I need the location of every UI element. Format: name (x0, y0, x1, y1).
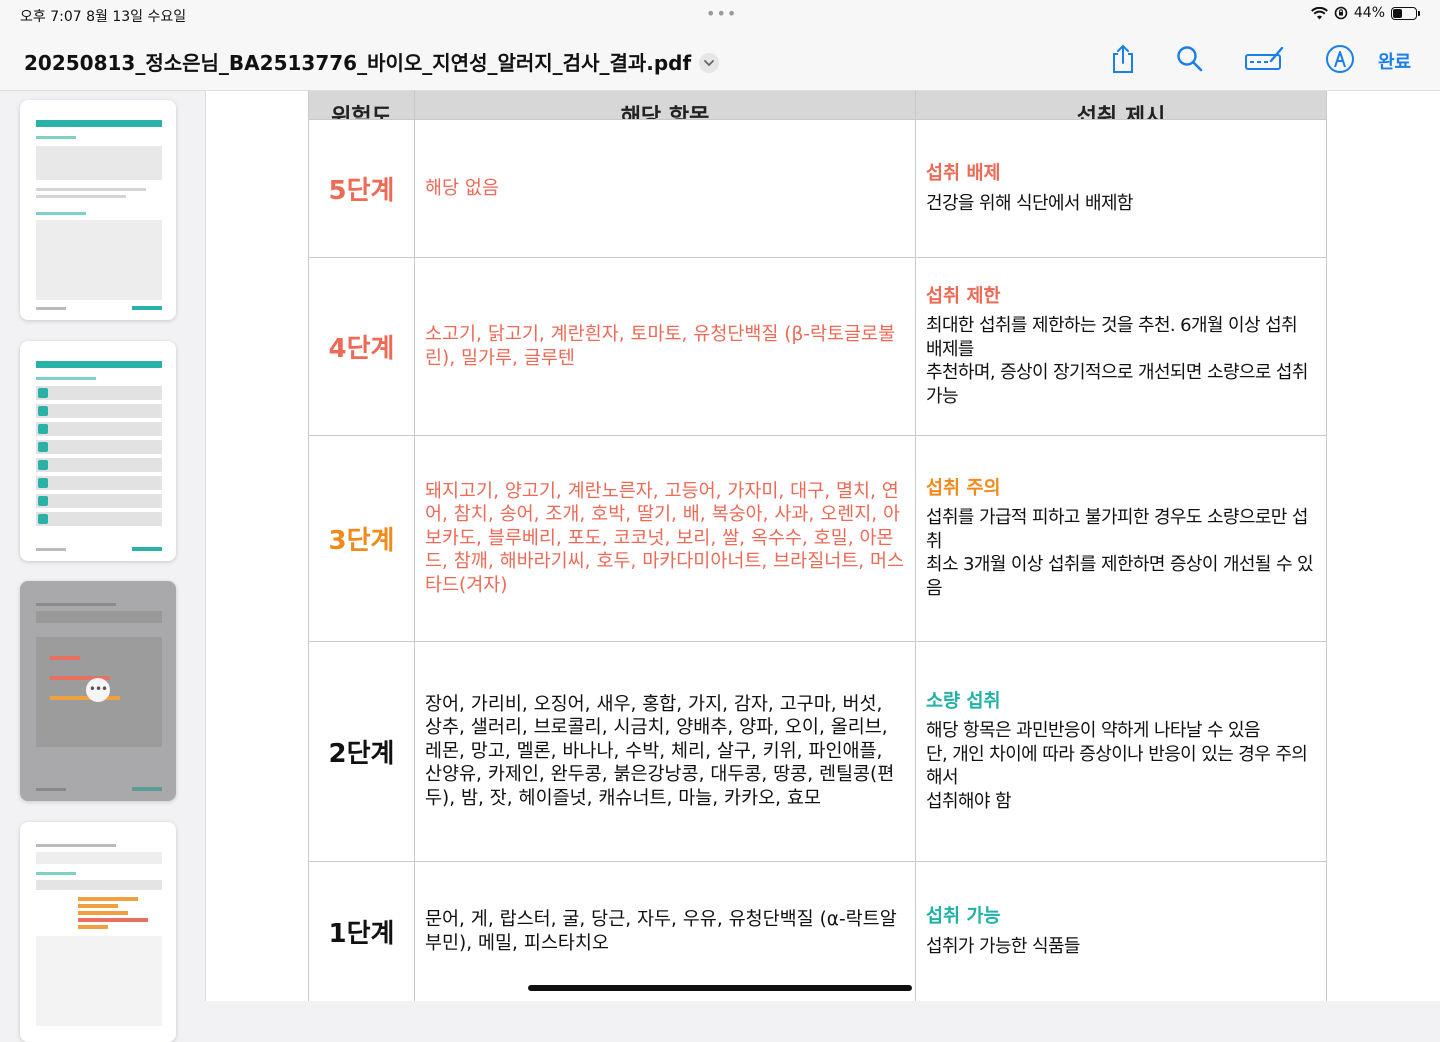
recommendation-title: 소량 섭취 (926, 690, 1001, 712)
battery-tip (1418, 10, 1420, 16)
table-row: 4단계 소고기, 닭고기, 계란흰자, 토마토, 유청단백질 (β-락토글로불린… (308, 257, 1327, 436)
level-cell: 1단계 (308, 861, 415, 1001)
pen-icon[interactable] (1324, 43, 1356, 75)
items-cell: 장어, 가리비, 오징어, 새우, 홍합, 가지, 감자, 고구마, 버섯, 상… (414, 641, 916, 862)
level-cell: 4단계 (308, 257, 415, 436)
more-options-icon[interactable]: ••• (86, 678, 110, 702)
recommendation-cell: 섭취 가능 섭취가 가능한 식품들 (915, 861, 1327, 1001)
recommendation-desc-line: 섭취를 가급적 피하고 불가피한 경우도 소량으로만 섭취 (926, 507, 1308, 552)
status-indicators: 44% (1310, 5, 1420, 21)
items-cell: 해당 없음 (414, 119, 916, 258)
recommendation-cell: 섭취 주의 섭취를 가급적 피하고 불가피한 경우도 소량으로만 섭취 최소 3… (915, 435, 1327, 642)
toolbar: 20250813_정소은님_BA2513776_바이오_지연성_알러지_검사_결… (0, 30, 1440, 91)
recommendation-desc-line: 추천하며, 증상이 장기적으로 개선되면 소량으로 섭취 가능 (926, 362, 1308, 407)
recommendation-desc-line: 최대한 섭취를 제한하는 것을 추천. 6개월 이상 섭취 배제를 (926, 315, 1298, 360)
document-title[interactable]: 20250813_정소은님_BA2513776_바이오_지연성_알러지_검사_결… (24, 47, 720, 76)
table-row: 5단계 해당 없음 섭취 배제 건강을 위해 식단에서 배제함 (308, 119, 1327, 258)
recommendation-desc: 섭취가 가능한 식품들 (926, 935, 1080, 957)
header-items: 해당 항목 (414, 91, 916, 120)
recommendation-desc-line: 섭취해야 함 (926, 790, 1012, 812)
done-button[interactable]: 완료 (1378, 48, 1411, 74)
chevron-down-icon[interactable] (699, 52, 720, 73)
allergy-level-table: 위험도 해당 항목 섭취 제시 5단계 해당 없음 섭취 배제 건강을 위해 식… (308, 91, 1327, 1001)
recommendation-title: 섭취 주의 (926, 477, 1001, 499)
battery-icon (1391, 6, 1417, 20)
recommendation-cell: 섭취 배제 건강을 위해 식단에서 배제함 (915, 119, 1327, 258)
table-row: 3단계 돼지고기, 양고기, 계란노른자, 고등어, 가자미, 대구, 멸치, … (308, 435, 1327, 642)
markup-icon[interactable] (1245, 43, 1285, 75)
status-time: 오후 7:07 8월 13일 수요일 (20, 9, 187, 25)
items-cell: 소고기, 닭고기, 계란흰자, 토마토, 유청단백질 (β-락토글로불린), 밀… (414, 257, 916, 436)
battery-percent: 44% (1353, 5, 1385, 21)
search-icon[interactable] (1174, 43, 1206, 75)
share-icon[interactable] (1107, 43, 1139, 75)
header-recommendation: 섭취 제시 (915, 91, 1327, 120)
page-thumbnail-3-selected[interactable]: ••• (20, 581, 176, 801)
recommendation-desc-line: 해당 항목은 과민반응이 약하게 나타날 수 있음 (926, 720, 1261, 742)
status-bar: 오후 7:07 8월 13일 수요일 ••• 44% (0, 0, 1440, 30)
pdf-page: 위험도 해당 항목 섭취 제시 5단계 해당 없음 섭취 배제 건강을 위해 식… (206, 91, 1440, 1001)
recommendation-desc-line: 최소 3개월 이상 섭취를 제한하면 증상이 개선될 수 있음 (926, 554, 1314, 599)
recommendation-desc: 건강을 위해 식단에서 배제함 (926, 192, 1133, 214)
level-cell: 3단계 (308, 435, 415, 642)
page-thumbnail-1[interactable] (20, 100, 176, 320)
wifi-icon (1310, 6, 1328, 19)
recommendation-cell: 섭취 제한 최대한 섭취를 제한하는 것을 추천. 6개월 이상 섭취 배제를 … (915, 257, 1327, 436)
level-cell: 2단계 (308, 641, 415, 862)
recommendation-title: 섭취 제한 (926, 285, 1001, 307)
recommendation-title: 섭취 배제 (926, 163, 1001, 184)
level-cell: 5단계 (308, 119, 415, 258)
recommendation-title: 섭취 가능 (926, 906, 1001, 927)
document-title-text: 20250813_정소은님_BA2513776_바이오_지연성_알러지_검사_결… (24, 51, 692, 75)
page-thumbnail-4[interactable] (20, 822, 176, 1042)
header-level: 위험도 (308, 91, 415, 120)
orientation-lock-icon (1334, 6, 1348, 20)
table-header-row: 위험도 해당 항목 섭취 제시 (308, 91, 1327, 120)
table-row: 1단계 문어, 게, 랍스터, 굴, 당근, 자두, 우유, 유청단백질 (α-… (308, 861, 1327, 1001)
items-cell: 문어, 게, 랍스터, 굴, 당근, 자두, 우유, 유청단백질 (α-락트알부… (414, 861, 916, 1001)
home-indicator[interactable] (528, 985, 912, 991)
multitask-dots-icon[interactable]: ••• (706, 4, 737, 23)
page-thumbnail-2[interactable] (20, 341, 176, 561)
recommendation-cell: 소량 섭취 해당 항목은 과민반응이 약하게 나타날 수 있음 단, 개인 차이… (915, 641, 1327, 862)
recommendation-desc-line: 단, 개인 차이에 따라 증상이나 반응이 있는 경우 주의 해서 (926, 743, 1308, 789)
items-cell: 돼지고기, 양고기, 계란노른자, 고등어, 가자미, 대구, 멸치, 연어, … (414, 435, 916, 642)
table-row: 2단계 장어, 가리비, 오징어, 새우, 홍합, 가지, 감자, 고구마, 버… (308, 641, 1327, 862)
page-thumbnails-sidebar: ••• (0, 91, 206, 1042)
